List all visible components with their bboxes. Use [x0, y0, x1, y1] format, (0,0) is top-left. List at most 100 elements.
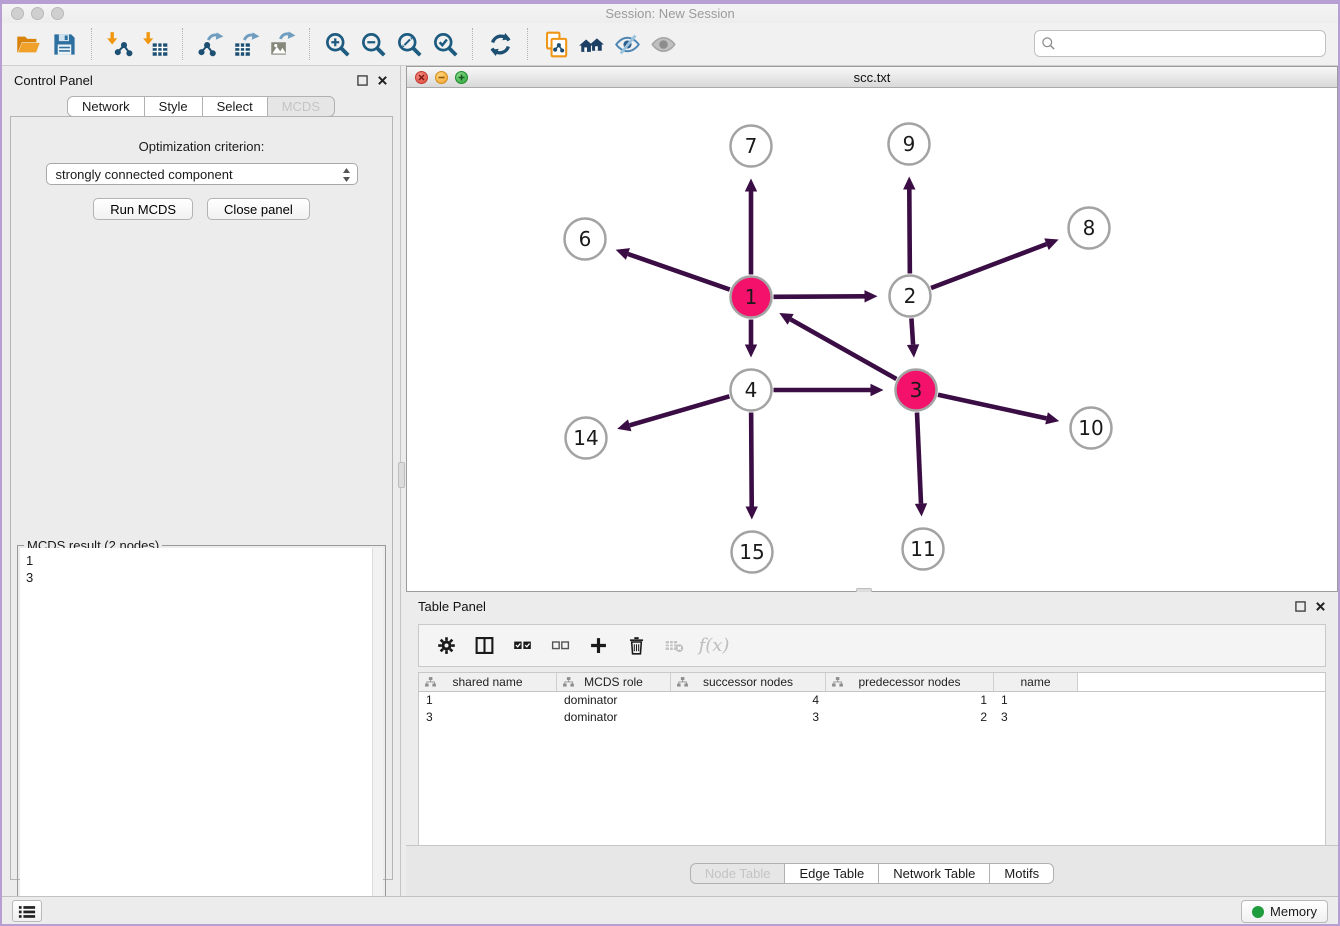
graph-node-4[interactable]: 4 [731, 370, 772, 411]
graph-edge-3-10[interactable] [938, 395, 1047, 419]
tab-edge-table[interactable]: Edge Table [785, 863, 879, 884]
graph-node-1[interactable]: 1 [731, 277, 772, 318]
graph-edge-1-6[interactable] [628, 254, 730, 290]
table-row[interactable]: 1dominator411 [419, 692, 1325, 709]
toolbar-separator [527, 28, 528, 60]
graph-edge-arrow [617, 419, 631, 431]
clone-network-button[interactable] [537, 26, 573, 62]
tab-mcds[interactable]: MCDS [268, 96, 335, 117]
column-header-shared-name[interactable]: shared name [419, 673, 557, 691]
graph-node-label: 2 [904, 284, 917, 308]
table-settings-button[interactable] [429, 629, 463, 663]
refresh-view-button[interactable] [482, 26, 518, 62]
tab-select[interactable]: Select [203, 96, 268, 117]
table-cell: dominator [557, 709, 671, 726]
zoom-out-button[interactable] [355, 26, 391, 62]
graph-edge-3-1[interactable] [791, 319, 897, 379]
tab-node-table[interactable]: Node Table [690, 863, 786, 884]
table-panel-footer: Node TableEdge TableNetwork TableMotifs [406, 845, 1338, 896]
add-column-icon [588, 635, 609, 656]
mcds-result-scrollbar[interactable] [372, 548, 383, 918]
graph-edge-2-3[interactable] [911, 318, 913, 344]
graph-node-11[interactable]: 11 [903, 529, 944, 570]
export-network-button[interactable] [192, 26, 228, 62]
graph-edge-2-9[interactable] [909, 189, 910, 273]
zoom-selected-button[interactable] [427, 26, 463, 62]
column-header-predecessor-nodes[interactable]: predecessor nodes [826, 673, 994, 691]
export-table-button[interactable] [228, 26, 264, 62]
export-image-button[interactable] [264, 26, 300, 62]
graph-node-3[interactable]: 3 [896, 370, 937, 411]
import-table-button[interactable] [137, 26, 173, 62]
function-builder-button[interactable]: f(x) [695, 629, 729, 663]
tab-style[interactable]: Style [145, 96, 203, 117]
zoom-fit-button[interactable] [391, 26, 427, 62]
run-mcds-button[interactable]: Run MCDS [93, 198, 193, 220]
mcds-result-area[interactable]: 1 3 [20, 548, 383, 918]
delete-table-button[interactable] [657, 629, 691, 663]
open-session-icon [15, 31, 42, 58]
graph-node-14[interactable]: 14 [566, 418, 607, 459]
import-table-icon [142, 31, 169, 58]
graph-node-6[interactable]: 6 [565, 219, 606, 260]
clone-network-icon [542, 31, 569, 58]
zoom-in-icon [324, 31, 351, 58]
save-session-button[interactable] [46, 26, 82, 62]
graph-edge-arrow [616, 248, 630, 260]
graph-node-9[interactable]: 9 [889, 124, 930, 165]
graph-edge-4-14[interactable] [630, 396, 730, 425]
graph-edge-arrow [1045, 412, 1059, 424]
graph-node-15[interactable]: 15 [732, 532, 773, 573]
graph-edge-arrow [746, 506, 758, 519]
graph-node-label: 11 [910, 537, 935, 561]
clear-checkboxes-button[interactable] [543, 629, 577, 663]
table-cell: 3 [671, 709, 826, 726]
optimization-criterion-select[interactable]: strongly connected component [46, 163, 358, 185]
eye-button[interactable] [645, 26, 681, 62]
table-row[interactable]: 3dominator323 [419, 709, 1325, 726]
zoom-in-button[interactable] [319, 26, 355, 62]
vertical-splitter-grip[interactable] [398, 462, 405, 488]
hide-eye-button[interactable] [609, 26, 645, 62]
zoom-out-icon [360, 31, 387, 58]
titlebar: Session: New Session [2, 4, 1338, 23]
graph-node-7[interactable]: 7 [731, 126, 772, 167]
open-session-button[interactable] [10, 26, 46, 62]
close-panel-button[interactable]: Close panel [207, 198, 310, 220]
table-panel: Table Panel [406, 592, 1338, 896]
memory-button[interactable]: Memory [1241, 900, 1328, 923]
graph-node-2[interactable]: 2 [890, 276, 931, 317]
graph-node-8[interactable]: 8 [1069, 208, 1110, 249]
column-header-MCDS-role[interactable]: MCDS role [557, 673, 671, 691]
close-panel-icon[interactable] [377, 75, 388, 86]
task-history-button[interactable] [12, 900, 42, 922]
tab-network-table[interactable]: Network Table [879, 863, 990, 884]
graph-edge-1-2[interactable] [773, 296, 864, 297]
export-table-icon [233, 31, 260, 58]
column-header-successor-nodes[interactable]: successor nodes [671, 673, 826, 691]
close-table-panel-icon[interactable] [1315, 601, 1326, 612]
float-panel-icon[interactable] [357, 75, 368, 86]
show-networks-button[interactable] [573, 26, 609, 62]
status-bar: Memory [2, 896, 1338, 924]
table-panel-header: Table Panel [406, 592, 1338, 620]
tab-motifs[interactable]: Motifs [990, 863, 1054, 884]
clear-checkboxes-icon [550, 635, 571, 656]
graph-edge-3-11[interactable] [917, 412, 921, 503]
graph-edge-4-15[interactable] [751, 412, 752, 506]
graph-edge-2-8[interactable] [931, 244, 1046, 288]
select-checkboxes-button[interactable] [505, 629, 539, 663]
float-table-panel-icon[interactable] [1295, 601, 1306, 612]
split-columns-button[interactable] [467, 629, 501, 663]
search-input[interactable] [1034, 30, 1326, 57]
zoom-fit-icon [396, 31, 423, 58]
table-cell: 3 [419, 709, 557, 726]
delete-column-button[interactable] [619, 629, 653, 663]
graph-edge-arrow [907, 344, 919, 357]
graph-node-10[interactable]: 10 [1071, 408, 1112, 449]
import-network-button[interactable] [101, 26, 137, 62]
tab-network[interactable]: Network [67, 96, 145, 117]
add-column-button[interactable] [581, 629, 615, 663]
column-header-name[interactable]: name [994, 673, 1078, 691]
network-canvas[interactable]: 7 9 6 8 1 2 4 3 14 10 15 11 [407, 88, 1337, 591]
